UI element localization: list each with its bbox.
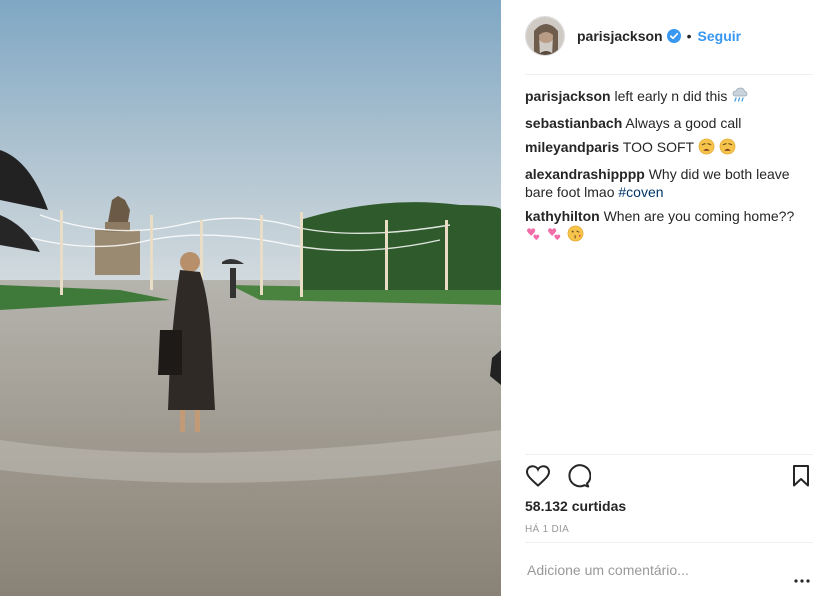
verified-badge-icon [666, 29, 681, 43]
weary-face-icon [698, 138, 715, 159]
post-header: parisjackson • Seguir [525, 16, 813, 56]
comment-username[interactable]: parisjackson [525, 88, 611, 104]
header-divider [525, 74, 813, 75]
post-photo-image [0, 0, 501, 596]
actions-divider [525, 454, 813, 455]
comment-input-divider [525, 542, 813, 543]
comment-text: Always a good call [625, 115, 742, 131]
author-username[interactable]: parisjackson [577, 28, 663, 44]
comment-text: TOO SOFT [622, 139, 694, 155]
cloud-rain-icon [731, 86, 749, 108]
comment-item: alexandrashipppp Why did we both leave b… [525, 165, 815, 201]
two-hearts-icon [525, 225, 542, 246]
kissing-face-icon [567, 225, 584, 246]
avatar[interactable] [525, 16, 565, 56]
heart-icon[interactable] [525, 464, 551, 493]
hashtag-link[interactable]: #coven [618, 184, 663, 200]
more-options-icon[interactable] [794, 570, 810, 588]
bookmark-icon[interactable] [791, 464, 811, 493]
separator-dot: • [686, 28, 692, 44]
comment-username[interactable]: alexandrashipppp [525, 166, 645, 182]
comment-username[interactable]: sebastianbach [525, 115, 622, 131]
post-actions [525, 464, 815, 490]
comment-username[interactable]: kathyhilton [525, 208, 600, 224]
comment-item: mileyandparis TOO SOFT [525, 138, 815, 159]
follow-button[interactable]: Seguir [698, 28, 742, 44]
post-details-panel: parisjackson • Seguir parisjackson left … [501, 0, 835, 596]
comment-item: sebastianbach Always a good call [525, 114, 815, 132]
comment-item: kathyhilton When are you coming home?? [525, 207, 815, 246]
add-comment-input[interactable]: Adicione um comentário... [527, 562, 689, 578]
comment-text: left early n did this [614, 88, 728, 104]
post-timestamp[interactable]: HÁ 1 DIA [525, 524, 569, 535]
comment-username[interactable]: mileyandparis [525, 139, 619, 155]
weary-face-icon [719, 138, 736, 159]
likes-count[interactable]: 58.132 curtidas [525, 498, 626, 514]
post-photo[interactable] [0, 0, 501, 596]
comment-bubble-icon[interactable] [565, 464, 592, 493]
comment-item: parisjackson left early n did this [525, 86, 815, 108]
comment-text: When are you coming home?? [603, 208, 795, 224]
two-hearts-icon [546, 225, 563, 246]
comments-list: parisjackson left early n did this sebas… [525, 86, 815, 252]
